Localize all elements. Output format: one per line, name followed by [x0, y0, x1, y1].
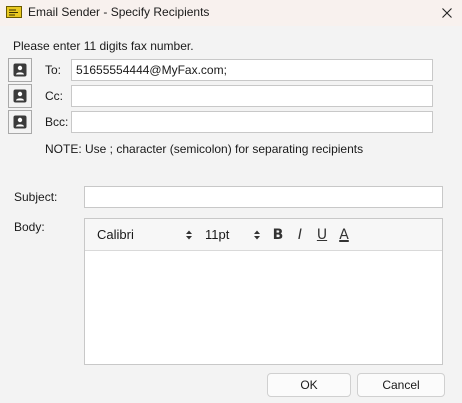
contact-card-icon	[13, 63, 27, 77]
to-field[interactable]: 51655554444@MyFax.com;	[71, 59, 433, 81]
cancel-button[interactable]: Cancel	[357, 373, 445, 397]
underline-button[interactable]: U	[313, 226, 331, 244]
bcc-label: Bcc:	[45, 115, 69, 129]
updown-arrows-icon	[254, 230, 260, 240]
font-family-value: Calibri	[97, 227, 134, 242]
to-label: To:	[45, 63, 62, 77]
italic-button[interactable]: I	[291, 226, 309, 244]
subject-label: Subject:	[14, 190, 58, 204]
email-sender-dialog: Email Sender - Specify Recipients Please…	[0, 0, 462, 403]
window-title: Email Sender - Specify Recipients	[28, 5, 210, 19]
close-button[interactable]	[432, 0, 462, 26]
cc-field[interactable]	[71, 85, 433, 107]
title-bar: Email Sender - Specify Recipients	[0, 0, 462, 26]
updown-arrows-icon	[186, 230, 192, 240]
format-toolbar: Calibri 11pt B I U A	[85, 219, 442, 251]
cc-address-book-button[interactable]	[8, 84, 32, 108]
contact-card-icon	[13, 115, 27, 129]
close-icon	[442, 8, 452, 18]
font-size-value: 11pt	[205, 227, 230, 242]
separator-note: NOTE: Use ; character (semicolon) for se…	[45, 142, 364, 156]
font-size-select[interactable]: 11pt	[205, 227, 261, 243]
to-address-book-button[interactable]	[8, 58, 32, 82]
body-label: Body:	[14, 220, 45, 234]
font-family-select[interactable]: Calibri	[97, 227, 193, 243]
contact-card-icon	[13, 89, 27, 103]
fax-instruction: Please enter 11 digits fax number.	[13, 39, 194, 53]
bcc-address-book-button[interactable]	[8, 110, 32, 134]
ok-button[interactable]: OK	[267, 373, 351, 397]
body-editor: Calibri 11pt B I U A	[84, 218, 443, 365]
cc-label: Cc:	[45, 89, 63, 103]
bold-button[interactable]: B	[269, 226, 287, 244]
font-color-button[interactable]: A	[335, 226, 353, 244]
bcc-field[interactable]	[71, 111, 433, 133]
envelope-icon	[6, 6, 22, 18]
subject-field[interactable]	[84, 186, 443, 208]
body-text-area[interactable]	[85, 252, 442, 364]
